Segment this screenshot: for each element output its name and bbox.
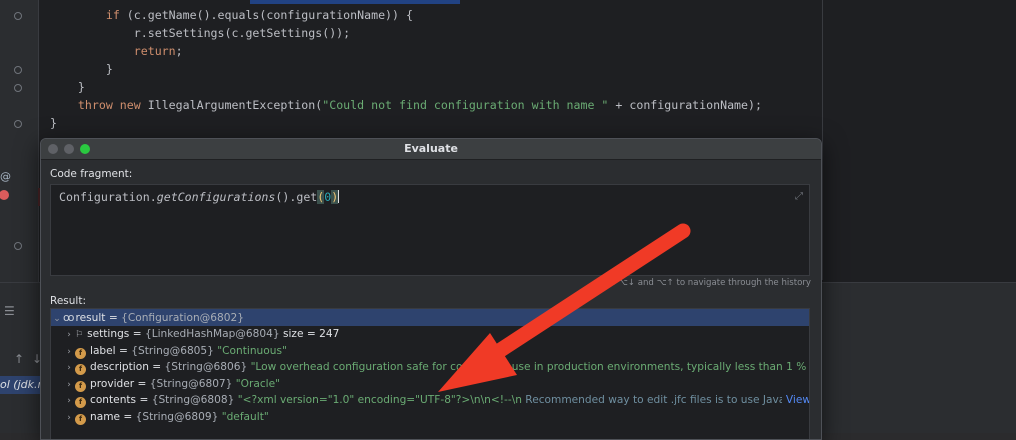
fold-marker-icon[interactable] xyxy=(14,242,22,250)
code-token: IllegalArgumentException( xyxy=(140,98,323,112)
field-value: "Low overhead configuration safe for con… xyxy=(250,361,810,374)
field-name: name xyxy=(90,411,121,423)
result-label: Result: xyxy=(50,295,86,307)
code-class: Configuration. xyxy=(59,190,157,204)
layout-icon[interactable]: ☰ xyxy=(4,304,15,318)
string-token: "Could not find configuration with name … xyxy=(322,98,609,112)
fold-marker-icon[interactable] xyxy=(14,12,22,20)
object-ref: {String@6807} xyxy=(149,377,236,390)
code-token: (c.getName().equals(configurationName)) … xyxy=(119,8,413,22)
code-line[interactable]: if (c.getName().equals(configurationName… xyxy=(50,6,413,24)
chevron-right-icon[interactable]: › xyxy=(63,377,75,394)
equals: = xyxy=(136,394,152,407)
chevron-right-icon[interactable]: › xyxy=(63,360,75,377)
field-value: "default" xyxy=(221,411,269,423)
watch-icon: oo xyxy=(63,311,75,324)
code-token: + configurationName); xyxy=(608,98,762,112)
code-method: getConfigurations xyxy=(156,190,276,204)
code-line[interactable]: return; xyxy=(50,42,183,60)
code-token: } xyxy=(77,80,85,94)
chevron-right-icon[interactable]: › xyxy=(63,344,75,361)
object-ref: {String@6808} xyxy=(151,394,238,407)
result-root-row[interactable]: ⌄ oo result = {Configuration@6802} xyxy=(51,309,809,326)
code-fragment-input[interactable]: Configuration.getConfigurations().get(0)… xyxy=(50,184,810,276)
override-marker-icon[interactable]: @ xyxy=(0,170,11,183)
field-value: "Continuous" xyxy=(217,344,287,357)
code-line[interactable]: r.setSettings(c.getSettings()); xyxy=(50,24,350,42)
field-icon: f xyxy=(75,347,86,359)
value-preview: Recommended way to edit .jfc files is to… xyxy=(525,394,809,407)
code-line[interactable]: } xyxy=(50,78,85,96)
fold-marker-icon[interactable] xyxy=(14,120,22,128)
result-field-row[interactable]: › f label = {String@6805} "Continuous" xyxy=(51,343,809,361)
code-line[interactable]: } xyxy=(50,114,57,132)
field-icon: f xyxy=(75,397,86,409)
field-name: provider xyxy=(90,377,135,390)
code-call: ().get xyxy=(275,190,318,204)
result-field-row[interactable]: › ⚐ settings = {LinkedHashMap@6804} size =… xyxy=(51,326,809,344)
result-field-row[interactable]: › f provider = {String@6807} "Oracle" xyxy=(51,376,809,394)
fold-marker-icon[interactable] xyxy=(14,84,22,92)
object-ref: {String@6805} xyxy=(131,344,218,357)
code-token: } xyxy=(105,62,113,76)
code-token: r.setSettings(c.getSettings()); xyxy=(133,26,351,40)
field-name: label xyxy=(90,344,116,357)
field-name: contents xyxy=(90,394,137,407)
frame-label[interactable]: ol (jdk.r xyxy=(0,376,42,394)
equals: = xyxy=(120,411,136,423)
selection-highlight xyxy=(250,0,460,4)
equals: = xyxy=(115,344,132,357)
up-arrow-icon[interactable]: ↑ xyxy=(14,352,24,366)
field-icon: f xyxy=(75,380,86,392)
object-ref: {LinkedHashMap@6804} xyxy=(144,328,283,340)
dialog-titlebar[interactable]: Evaluate xyxy=(41,139,821,160)
chevron-right-icon[interactable]: › xyxy=(63,410,75,427)
code-token: ; xyxy=(175,44,183,58)
code-fragment-label: Code fragment: xyxy=(50,168,133,180)
result-field-row[interactable]: › f contents = {String@6808} "<?xml versio… xyxy=(51,392,809,410)
object-ref: {String@6809} xyxy=(135,411,222,423)
equals: = xyxy=(134,377,150,390)
code-line[interactable]: } xyxy=(50,60,113,78)
keyword-token: return xyxy=(133,44,176,58)
keyword-token: if xyxy=(105,8,120,22)
equals: = xyxy=(129,328,145,340)
expand-icon[interactable]: ⤢ xyxy=(795,191,803,202)
chevron-right-icon[interactable]: › xyxy=(63,327,75,344)
chevron-right-icon[interactable]: › xyxy=(63,393,75,410)
code-token: } xyxy=(50,116,57,130)
result-field-row[interactable]: › f name = {String@6809} "default" xyxy=(51,409,809,427)
result-field-row[interactable]: › f description = {String@6806} "Low overh… xyxy=(51,359,810,377)
field-icon: f xyxy=(75,414,86,425)
dialog-title: Evaluate xyxy=(404,142,458,155)
field-value: size = 247 xyxy=(282,328,340,340)
field-value: "<?xml version="1.0" encoding="UTF-8"?>\… xyxy=(237,394,522,407)
result-tree[interactable]: ⌄ oo result = {Configuration@6802} › ⚐ setti… xyxy=(50,308,810,439)
object-ref: {String@6806} xyxy=(164,361,251,374)
code-fragment-text[interactable]: Configuration.getConfigurations().get(0) xyxy=(59,188,340,206)
evaluate-dialog: Evaluate Code fragment: Configuration.ge… xyxy=(40,138,822,440)
field-value: "Oracle" xyxy=(235,377,281,390)
fold-marker-icon[interactable] xyxy=(14,66,22,74)
view-link[interactable]: View xyxy=(781,392,809,410)
field-icon: f xyxy=(75,364,86,376)
text-caret xyxy=(338,190,340,203)
equals: = xyxy=(148,361,165,374)
code-line[interactable]: throw new IllegalArgumentException("Coul… xyxy=(50,96,762,114)
history-hint: Use ⌥↓ and ⌥↑ to navigate through the hi… xyxy=(599,278,811,288)
flag-icon: ⚐ xyxy=(75,330,84,340)
field-name: settings xyxy=(87,328,130,340)
paren-close: ) xyxy=(331,190,339,204)
side-panel xyxy=(822,0,1016,280)
keyword-token: throw new xyxy=(77,98,141,112)
field-name: description xyxy=(90,361,149,374)
